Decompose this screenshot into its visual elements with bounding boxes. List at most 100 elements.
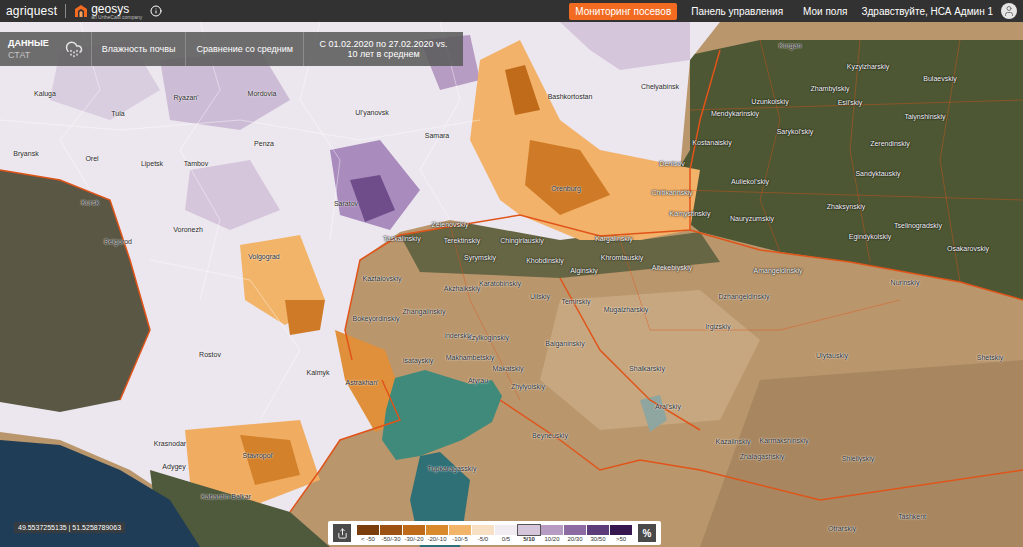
region-label: Shalkarskiy (629, 365, 665, 372)
legend-swatch (564, 525, 586, 535)
avatar[interactable] (1001, 3, 1017, 19)
region-label: Zhangalinskiy (403, 308, 446, 315)
agriquest-logo[interactable]: agriquest (6, 4, 57, 18)
brand-text: geosysan UrtheCast company (91, 3, 142, 20)
legend-item[interactable]: -10/-5 (449, 525, 471, 542)
region-label: Ul'yanovsk (355, 109, 389, 116)
region-label: Alginskiy (570, 267, 598, 274)
nav-button[interactable]: Панель управления (685, 3, 789, 20)
user-greeting[interactable]: Здравствуйте, НСА Админ 1 (861, 6, 993, 17)
region-label: Makatskiy (492, 365, 523, 372)
top-bar: agriquest geosysan UrtheCast company Монит… (0, 0, 1023, 22)
region-label: Akzhaikskiy (444, 285, 481, 292)
legend-item[interactable]: 20/30 (564, 525, 586, 542)
legend-label: -20/-10 (427, 536, 446, 542)
legend-item[interactable]: >50 (610, 525, 632, 542)
legend-item[interactable]: 10/20 (541, 525, 563, 542)
legend-swatch (541, 525, 563, 535)
mode-selector[interactable]: Сравнение со средним (185, 32, 303, 66)
geosys-brand[interactable]: geosysan UrtheCast company (74, 3, 142, 20)
legend-label: 30/50 (590, 536, 605, 542)
legend-swatch (357, 525, 379, 535)
region-label: Shieliyskiy (842, 455, 875, 462)
brand-name: geosys (91, 3, 142, 15)
geosys-logo-icon (74, 4, 88, 18)
legend-label: -30/-20 (404, 536, 423, 542)
cursor-coordinates: 49.5537255135 | 51.5258789063 (14, 522, 125, 533)
legend-item[interactable]: 5/10 (518, 525, 540, 542)
region-label: Uzunkolskiy (751, 98, 788, 105)
nav-button[interactable]: Мои поля (797, 3, 853, 20)
region-label: Penza (254, 140, 274, 147)
legend-swatch (449, 525, 471, 535)
panel-tab[interactable]: СТАТ (8, 50, 49, 60)
legend-item[interactable]: -5/0 (472, 525, 494, 542)
region-label: Ryazan' (173, 94, 198, 101)
region-label: Adygey (162, 463, 185, 470)
region-label: Volgograd (248, 253, 280, 260)
layer-selector[interactable]: Влажность почвы (91, 32, 186, 66)
region-label: Zelenovskiy (432, 221, 469, 228)
region-label: Syrymskiy (464, 254, 496, 261)
legend-swatch (426, 525, 448, 535)
legend-item[interactable]: 30/50 (587, 525, 609, 542)
region-label: Terektinskiy (444, 237, 481, 244)
legend-swatch (472, 525, 494, 535)
share-icon (337, 528, 348, 539)
legend-item[interactable]: -50/-30 (380, 525, 402, 542)
info-icon[interactable] (150, 5, 162, 17)
legend-item[interactable]: 0/5 (495, 525, 517, 542)
region-label: Aitekebiyskiy (652, 264, 692, 271)
weather-button[interactable] (57, 32, 91, 66)
region-label: Belgorod (104, 238, 132, 245)
region-label: Kaluga (34, 90, 56, 97)
region-label: Chelyabinsk (641, 83, 679, 90)
app: agriquest geosysan UrtheCast company Монит… (0, 0, 1023, 547)
region-label: Kamystinskiy (670, 210, 711, 217)
region-label: Zhylyoiskiy (511, 383, 545, 390)
region-label: Sandyktauskiy (855, 170, 900, 177)
region-label: Chingirlauskiy (500, 237, 544, 244)
region-label: Tula (111, 110, 124, 117)
region-label: Beyneuskiy (532, 432, 568, 439)
panel-tabs: ДАННЫЕ СТАТ (0, 32, 57, 66)
region-label: Orenburg (551, 185, 581, 192)
legend-label: 0/5 (502, 536, 510, 542)
region-label: Orel (85, 155, 98, 162)
region-label: Sarykol'skiy (777, 128, 814, 135)
unit-button[interactable]: % (638, 524, 656, 542)
legend-label: 5/10 (523, 536, 535, 542)
region-label: Otrarskiy (828, 525, 856, 532)
map[interactable]: Kaluga Tula Ryazan' Mordovia Ul'yanovsk Samar… (0, 22, 1023, 547)
region-label: Tselinogradskiy (894, 222, 942, 229)
region-label: Rostov (199, 351, 221, 358)
legend-label: 20/30 (567, 536, 582, 542)
region-label: Bulaevskiy (923, 75, 956, 82)
region-label: Khromtauskiy (601, 254, 643, 261)
region-label: Denisov (659, 160, 684, 167)
region-label: Mordovia (248, 90, 277, 97)
legend-label: -10/-5 (452, 536, 468, 542)
region-label: Zerendinskiy (870, 140, 910, 147)
nav-button[interactable]: Мониторинг посевов (569, 3, 677, 20)
region-label: Tambov (184, 160, 209, 167)
legend-item[interactable]: < -50 (357, 525, 379, 542)
legend-label: >50 (616, 536, 626, 542)
legend-swatch (380, 525, 402, 535)
region-label: Egindykolskiy (849, 233, 891, 240)
region-label: Lipetsk (141, 160, 163, 167)
legend-item[interactable]: -30/-20 (403, 525, 425, 542)
region-label: Bryansk (13, 150, 38, 157)
panel-tab[interactable]: ДАННЫЕ (8, 38, 49, 48)
region-label: Nurinskiy (891, 279, 920, 286)
region-label: Kostanaiskiy (692, 139, 731, 146)
legend-swatch (587, 525, 609, 535)
region-label: Samara (425, 132, 450, 139)
region-label: Zhaksynskiy (827, 203, 866, 210)
legend-item[interactable]: -20/-10 (426, 525, 448, 542)
share-button[interactable] (333, 524, 351, 542)
period-selector[interactable]: С 01.02.2020 по 27.02.2020 vs. 10 лет в … (303, 32, 463, 66)
region-label: Bokeyordinskiy (352, 315, 399, 322)
region-label: Makhambetskiy (446, 354, 495, 361)
legend-swatch (518, 525, 540, 535)
